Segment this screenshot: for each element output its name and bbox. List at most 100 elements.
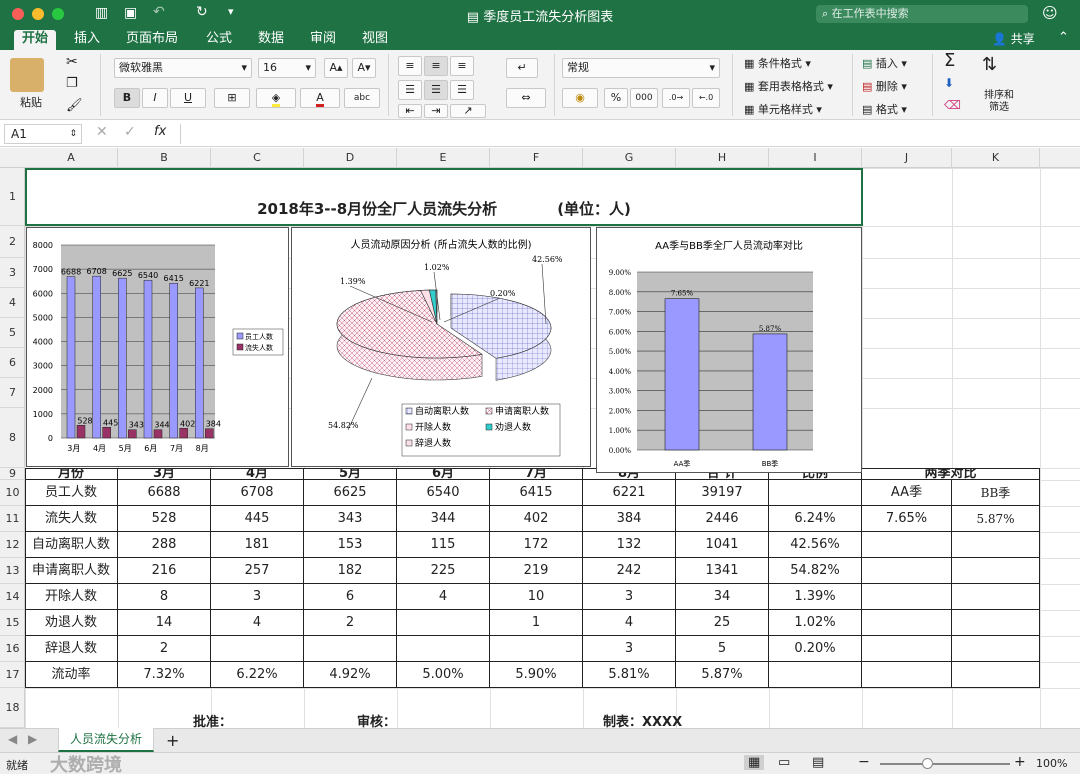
table-cell[interactable]: 6.22% [211, 662, 304, 688]
table-cell[interactable]: 54.82% [769, 558, 862, 584]
sort-filter-button[interactable]: 排序和 筛选 [984, 90, 1014, 114]
font-size-select[interactable]: 16 ▾ [258, 58, 316, 78]
format-as-table-button[interactable]: ▦ 套用表格格式 ▾ [744, 78, 833, 94]
column-header-c[interactable]: C [211, 148, 304, 168]
row-header-9[interactable]: 9 [0, 468, 25, 480]
share-button[interactable]: 👤 共享 [992, 30, 1035, 47]
align-top-button[interactable]: ≡ [398, 56, 422, 76]
table-cell[interactable]: 34 [676, 584, 769, 610]
table-cell[interactable]: 5 [676, 636, 769, 662]
compare-empty-cell[interactable] [952, 610, 1040, 636]
table-cell[interactable]: 2446 [676, 506, 769, 532]
bold-button[interactable]: B [114, 88, 140, 108]
row-header-14[interactable]: 14 [0, 584, 25, 610]
align-center-button[interactable]: ☰ [424, 80, 448, 100]
column-header-e[interactable]: E [397, 148, 490, 168]
table-cell[interactable]: 1 [490, 610, 583, 636]
table-header-cell[interactable]: 4月 [211, 468, 304, 480]
column-header-a[interactable]: A [25, 148, 118, 168]
table-cell[interactable]: 39197 [676, 480, 769, 506]
table-cell[interactable]: 445 [211, 506, 304, 532]
table-cell[interactable]: 5.81% [583, 662, 676, 688]
decrease-font-button[interactable]: A▾ [352, 58, 376, 78]
worksheet-grid[interactable]: 月份3月4月5月6月7月8月合 计比例两季对比员工人数6688670866256… [25, 168, 1080, 730]
table-cell[interactable]: 2 [118, 636, 211, 662]
row-header-18[interactable]: 18 [0, 688, 25, 728]
table-cell[interactable]: 115 [397, 532, 490, 558]
currency-button[interactable]: ◉ [562, 88, 598, 108]
prev-sheet-icon[interactable]: ◀ [8, 732, 17, 746]
next-sheet-icon[interactable]: ▶ [28, 732, 37, 746]
table-header-cell[interactable]: 7月 [490, 468, 583, 480]
table-cell[interactable]: 25 [676, 610, 769, 636]
table-cell[interactable]: 242 [583, 558, 676, 584]
cancel-entry-icon[interactable]: ✕ [96, 124, 108, 140]
sheet-tab-active[interactable]: 人员流失分析 [58, 728, 154, 752]
insert-function-button[interactable]: fx [154, 124, 166, 139]
table-cell[interactable]: 219 [490, 558, 583, 584]
confirm-entry-icon[interactable]: ✓ [124, 124, 136, 140]
table-cell[interactable]: 42.56% [769, 532, 862, 558]
search-box[interactable]: ⌕ 在工作表中搜索 [816, 5, 1028, 23]
cut-icon[interactable]: ✂ [66, 54, 78, 70]
formula-input[interactable] [180, 124, 1070, 144]
row-header-11[interactable]: 11 [0, 506, 25, 532]
chart-season-compare[interactable]: AA季与BB季全厂人员流动率对比 9.00% 8.00% 7.00% 6.00% 5.00… [596, 227, 862, 473]
font-name-select[interactable]: 微软雅黑 ▾ [114, 58, 252, 78]
table-cell[interactable]: 6415 [490, 480, 583, 506]
row-header-10[interactable]: 10 [0, 480, 25, 506]
table-cell[interactable]: 5.90% [490, 662, 583, 688]
comma-style-button[interactable]: 000 [630, 88, 658, 108]
table-cell[interactable]: 344 [397, 506, 490, 532]
row-label-cell[interactable]: 流动率 [25, 662, 118, 688]
tab-home[interactable]: 开始 [14, 30, 57, 50]
table-cell[interactable]: 5.00% [397, 662, 490, 688]
insert-cells-button[interactable]: ▤ 插入 ▾ [862, 55, 907, 71]
table-cell[interactable]: 3 [583, 584, 676, 610]
row-header-4[interactable]: 4 [0, 288, 25, 318]
cell-styles-button[interactable]: ▦ 单元格样式 ▾ [744, 101, 822, 117]
tab-review[interactable]: 审阅 [302, 30, 344, 50]
table-cell[interactable]: 172 [490, 532, 583, 558]
compare-empty-cell[interactable] [862, 532, 952, 558]
wrap-text-button[interactable]: ↵ [506, 58, 538, 78]
selected-title-cell[interactable]: 2018年3--8月份全厂人员流失分析 (单位：人) [25, 168, 863, 226]
compare-empty-cell[interactable] [952, 532, 1040, 558]
table-cell[interactable]: 4 [397, 584, 490, 610]
borders-button[interactable]: ⊞ [214, 88, 250, 108]
align-left-button[interactable]: ☰ [398, 80, 422, 100]
row-header-7[interactable]: 7 [0, 378, 25, 408]
compare-empty-cell[interactable] [862, 662, 952, 688]
page-break-view-icon[interactable]: ▤ [812, 755, 824, 770]
table-header-cell[interactable]: 月份 [25, 468, 118, 480]
conditional-format-button[interactable]: ▦ 条件格式 ▾ [744, 55, 811, 71]
chart-turnover-reasons[interactable]: 人员流动原因分析 (所占流失人数的比例) 42.56% 54.82% 1.39% 1.0… [291, 227, 591, 467]
row-label-cell[interactable]: 劝退人数 [25, 610, 118, 636]
compare-header-cell[interactable]: 两季对比 [862, 468, 1040, 480]
format-painter-icon[interactable]: 🖌 [66, 98, 83, 113]
row-label-cell[interactable]: 员工人数 [25, 480, 118, 506]
table-header-cell[interactable]: 5月 [304, 468, 397, 480]
table-cell[interactable] [769, 662, 862, 688]
delete-cells-button[interactable]: ▤ 删除 ▾ [862, 78, 907, 94]
compare-label-cell[interactable]: BB季 [952, 480, 1040, 506]
table-cell[interactable]: 1.39% [769, 584, 862, 610]
row-label-cell[interactable]: 流失人数 [25, 506, 118, 532]
row-header-13[interactable]: 13 [0, 558, 25, 584]
zoom-out-button[interactable]: − [858, 754, 870, 770]
table-cell[interactable]: 7.32% [118, 662, 211, 688]
row-header-2[interactable]: 2 [0, 226, 25, 258]
row-header-1[interactable]: 1 [0, 168, 25, 226]
table-cell[interactable]: 6.24% [769, 506, 862, 532]
table-cell[interactable]: 1341 [676, 558, 769, 584]
table-cell[interactable]: 4.92% [304, 662, 397, 688]
zoom-in-button[interactable]: + [1014, 754, 1026, 770]
column-header-k[interactable]: K [952, 148, 1040, 168]
table-cell[interactable]: 528 [118, 506, 211, 532]
fill-down-icon[interactable]: ⬇ [944, 76, 954, 90]
smiley-feedback-icon[interactable]: ☺ [1042, 4, 1058, 22]
compare-empty-cell[interactable] [952, 558, 1040, 584]
format-cells-button[interactable]: ▤ 格式 ▾ [862, 101, 907, 117]
increase-decimal-button[interactable]: .0→ [662, 88, 690, 108]
normal-view-icon[interactable]: ▦ [744, 755, 765, 770]
